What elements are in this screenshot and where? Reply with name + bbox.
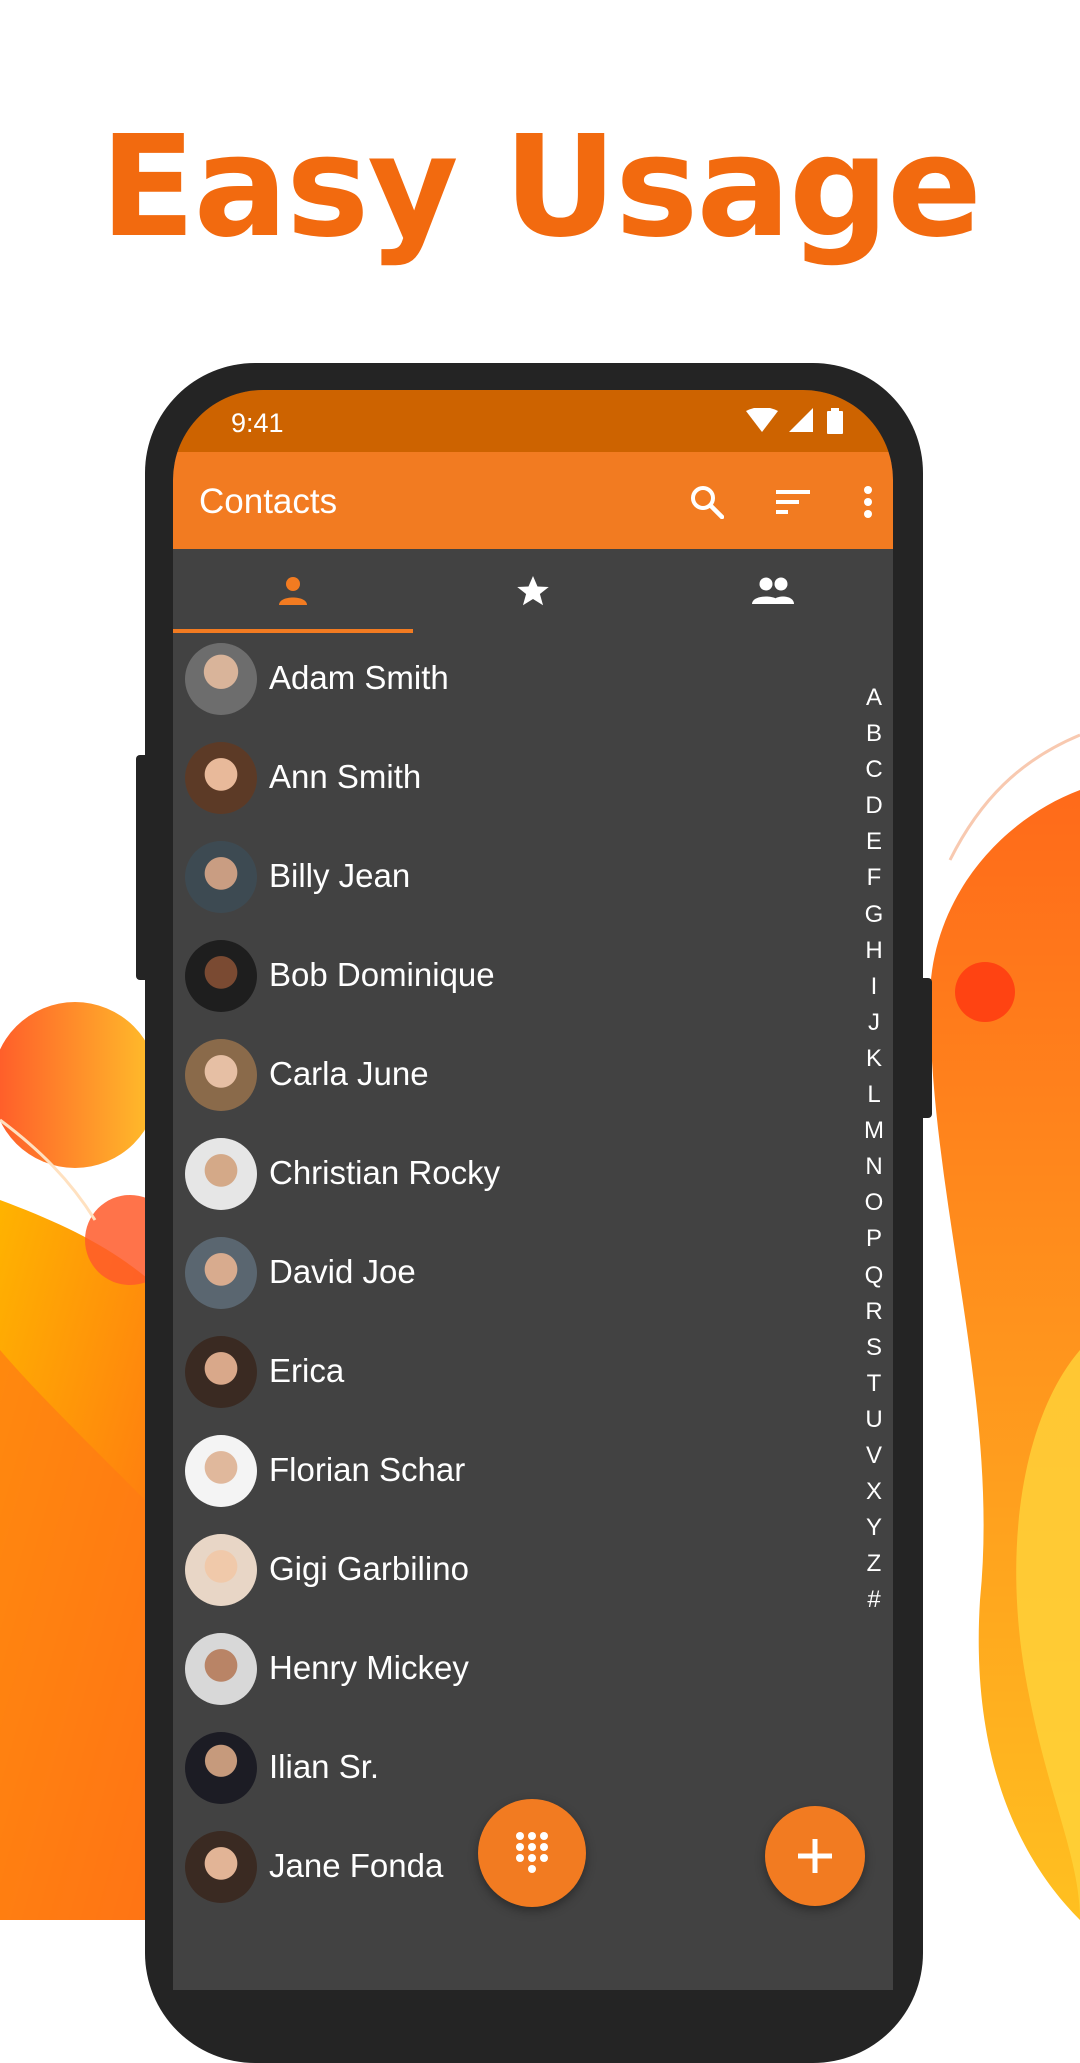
star-icon [517,576,549,606]
alphabet-letter[interactable]: O [859,1185,889,1221]
contact-name: Ann Smith [269,758,422,795]
sort-icon [776,490,810,514]
alphabet-letter[interactable]: H [859,933,889,969]
tab-bar [173,549,893,633]
alphabet-letter[interactable]: R [859,1294,889,1330]
dialpad-button[interactable] [478,1799,586,1907]
alphabet-letter[interactable]: U [859,1402,889,1438]
alphabet-letter[interactable]: Q [859,1258,889,1294]
avatar [185,940,257,1012]
contact-name: Gigi Garbilino [269,1550,469,1587]
alphabet-letter[interactable]: F [859,860,889,896]
alphabet-letter[interactable]: A [859,680,889,716]
contact-row[interactable]: Billy Jean [173,831,813,930]
avatar [185,742,257,814]
status-icons [746,407,843,434]
sort-button[interactable] [765,474,821,530]
contact-name: Ilian Sr. [269,1748,380,1785]
alphabet-letter[interactable]: T [859,1366,889,1402]
add-contact-button[interactable] [765,1806,865,1906]
avatar [185,841,257,913]
status-time: 9:41 [231,408,284,438]
alphabet-letter[interactable]: P [859,1221,889,1257]
contact-name: Florian Schar [269,1451,466,1488]
contact-row[interactable]: David Joe [173,1227,813,1326]
contact-row[interactable]: Christian Rocky [173,1128,813,1227]
search-button[interactable] [679,474,735,530]
avatar [185,1534,257,1606]
more-options-button[interactable] [840,474,893,530]
alphabet-letter[interactable]: E [859,824,889,860]
avatar [185,643,257,715]
tab-groups[interactable] [653,549,893,633]
phone-side-button-left [136,755,150,980]
alphabet-letter[interactable]: X [859,1474,889,1510]
contact-name: David Joe [269,1253,416,1290]
contact-row[interactable]: Florian Schar [173,1425,813,1524]
alphabet-letter[interactable]: # [859,1582,889,1618]
alphabet-letter[interactable]: Z [859,1546,889,1582]
alphabet-letter[interactable]: M [859,1113,889,1149]
contact-row[interactable]: Carla June [173,1029,813,1128]
alphabet-letter[interactable]: L [859,1077,889,1113]
alphabet-letter[interactable]: B [859,716,889,752]
alphabet-letter[interactable]: C [859,752,889,788]
avatar [185,1336,257,1408]
contact-name: Billy Jean [269,857,411,894]
contact-row[interactable]: Erica [173,1326,813,1425]
more-vert-icon [864,486,872,518]
person-icon [279,577,307,605]
contact-name: Henry Mickey [269,1649,469,1686]
status-bar: 9:41 [173,390,893,452]
alphabet-letter[interactable]: I [859,969,889,1005]
search-icon [691,486,724,519]
wifi-icon [746,407,779,432]
contact-name: Christian Rocky [269,1154,501,1191]
contact-row[interactable]: Henry Mickey [173,1623,813,1722]
contact-row[interactable]: Gigi Garbilino [173,1524,813,1623]
avatar [185,1732,257,1804]
contact-row[interactable]: Adam Smith [173,633,813,732]
alphabet-letter[interactable]: G [859,897,889,933]
contact-row[interactable]: Ann Smith [173,732,813,831]
contact-name: Adam Smith [269,659,449,696]
plus-icon [798,1839,832,1873]
contact-name: Erica [269,1352,345,1389]
group-icon [752,577,794,604]
avatar [185,1633,257,1705]
app-bar: Contacts [173,452,893,549]
alphabet-scroller[interactable]: A B C D E F G H I J K L M N O P Q R S T … [859,680,889,1618]
dialpad-icon [516,1832,548,1873]
alphabet-letter[interactable]: Y [859,1510,889,1546]
alphabet-letter[interactable]: D [859,788,889,824]
alphabet-letter[interactable]: N [859,1149,889,1185]
battery-icon [827,408,843,434]
contact-row[interactable]: Bob Dominique [173,930,813,1029]
avatar [185,1138,257,1210]
headline: Easy Usage [99,106,982,269]
tab-favorites[interactable] [413,549,653,633]
phone-side-button-right [918,978,932,1118]
alphabet-letter[interactable]: K [859,1041,889,1077]
contact-name: Jane Fonda [269,1847,444,1884]
tab-contacts[interactable] [173,549,413,633]
avatar [185,1831,257,1903]
contact-name: Bob Dominique [269,956,495,993]
app-bar-title: Contacts [199,482,338,521]
avatar [185,1435,257,1507]
alphabet-letter[interactable]: J [859,1005,889,1041]
phone-screen: 9:41 Contacts Adam Smith Ann Smith Billy… [173,390,893,1990]
contact-name: Carla June [269,1055,429,1092]
contact-row[interactable]: Ilian Sr. [173,1722,813,1821]
avatar [185,1237,257,1309]
signal-icon [788,408,813,432]
alphabet-letter[interactable]: V [859,1438,889,1474]
alphabet-letter[interactable]: S [859,1330,889,1366]
avatar [185,1039,257,1111]
